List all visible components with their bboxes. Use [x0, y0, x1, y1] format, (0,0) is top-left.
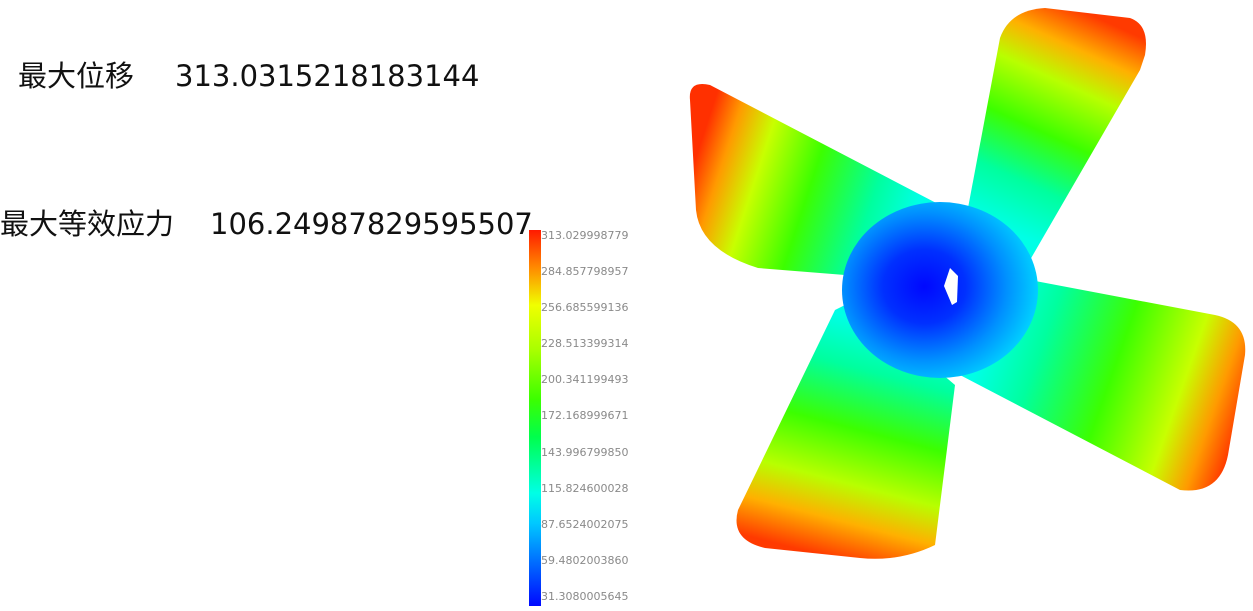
- max-stress-value: 106.24987829595507: [210, 207, 533, 241]
- legend-tick-label: 143.996799850: [541, 447, 629, 459]
- legend-tick-label: 284.857798957: [541, 266, 629, 278]
- legend-tick-label: 172.168999671: [541, 410, 629, 422]
- legend-tick-label: 256.685599136: [541, 302, 629, 314]
- legend-tick-label: 313.029998779: [541, 230, 629, 242]
- max-displacement-label: 最大位移: [18, 59, 135, 93]
- legend-tick-label: 31.3080005645: [541, 591, 629, 603]
- legend-tick-label: 228.513399314: [541, 338, 629, 350]
- legend-tick-label: 59.4802003860: [541, 555, 629, 567]
- hub: [842, 202, 1038, 378]
- max-stress-label: 最大等效应力: [0, 207, 175, 241]
- 3d-model-viewport[interactable]: [640, 0, 1253, 611]
- color-legend-bar: [529, 230, 541, 606]
- legend-tick-label: 115.824600028: [541, 483, 629, 495]
- legend-tick-label: 200.341199493: [541, 374, 629, 386]
- max-displacement-value: 313.0315218183144: [175, 59, 480, 93]
- legend-tick-label: 87.6524002075: [541, 519, 629, 531]
